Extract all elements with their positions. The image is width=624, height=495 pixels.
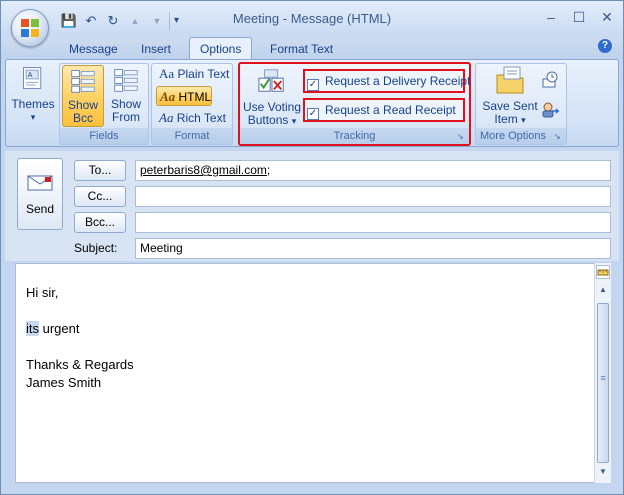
body-line-signature: James Smith [26, 375, 102, 390]
close-button[interactable]: ✕ [593, 7, 621, 27]
svg-text:A: A [28, 72, 33, 79]
fields-group-label: Fields [60, 128, 148, 144]
read-receipt-label: Request a Read Receipt [325, 103, 456, 117]
show-bcc-icon [71, 70, 95, 93]
office-logo-icon [21, 19, 39, 37]
maximize-button[interactable]: ☐ [565, 7, 593, 27]
tab-message[interactable]: Message [59, 39, 128, 59]
use-voting-buttons-button[interactable]: Use Voting Buttons ▾ [242, 67, 302, 129]
plain-text-label: Plain Text [177, 67, 230, 81]
request-delivery-receipt-checkbox[interactable]: ✓ Request a Delivery Receipt [307, 71, 470, 91]
subject-field[interactable]: Meeting [135, 238, 611, 259]
scroll-up-arrow[interactable]: ▲ [596, 283, 610, 297]
themes-label: Themes [11, 97, 55, 111]
selected-word: its [26, 321, 39, 336]
read-receipt-check-icon: ✓ [307, 108, 319, 120]
html-label: HTML [178, 90, 212, 104]
cc-button[interactable]: Cc... [74, 186, 126, 207]
scroll-down-arrow[interactable]: ▼ [596, 465, 610, 479]
plain-text-button[interactable]: Aa Plain Text [159, 64, 229, 84]
message-body-editor[interactable]: Hi sir, its urgent Thanks & Regards Jame… [15, 263, 611, 483]
save-sent-item-icon [496, 66, 524, 94]
save-sent-item-button[interactable]: Save Sent Item ▾ [479, 65, 541, 127]
use-voting-label-2: Buttons ▾ [247, 113, 297, 127]
subject-label: Subject: [74, 241, 118, 255]
send-button[interactable]: Send [17, 158, 63, 230]
tab-options[interactable]: Options [189, 37, 253, 60]
outlook-message-window: 💾 ↶ ↻ ▲ ▼ ▾ Meeting - Message (HTML) – ☐… [0, 0, 624, 495]
to-button[interactable]: To... [74, 160, 126, 181]
vertical-scrollbar[interactable]: ▲ ≡ ▼ [594, 263, 611, 483]
more-options-group-label: More Options [476, 128, 566, 144]
scroll-grip-icon: ≡ [600, 373, 606, 383]
minimize-button[interactable]: – [537, 7, 565, 27]
body-line-urgent: its urgent [26, 321, 80, 336]
rich-text-button[interactable]: Aa Rich Text [159, 108, 226, 128]
ruler-toggle-icon[interactable] [596, 265, 610, 279]
message-text: Hi sir, its urgent Thanks & Regards Jame… [26, 284, 134, 392]
themes-icon: A [23, 67, 42, 89]
to-recipient[interactable]: peterbaris8@gmail.com [140, 163, 267, 177]
delivery-receipt-label: Request a Delivery Receipt [325, 74, 471, 88]
cc-field[interactable] [135, 186, 611, 207]
rich-text-icon: Aa [159, 110, 174, 125]
save-sent-dropdown-arrow: ▾ [521, 115, 526, 125]
themes-button[interactable]: A Themes ▾ [11, 65, 55, 125]
show-bcc-button[interactable]: Show Bcc [62, 65, 104, 127]
show-from-label-2: From [112, 110, 140, 124]
to-separator: ; [266, 163, 271, 177]
direct-replies-icon [542, 102, 560, 118]
tracking-dialog-launcher-icon[interactable]: ↘ [457, 132, 466, 141]
show-from-button[interactable]: Show From [105, 65, 147, 127]
voting-dropdown-arrow: ▾ [291, 116, 297, 126]
html-icon: Aa [160, 89, 176, 104]
to-field[interactable]: peterbaris8@gmail.com; [135, 160, 611, 181]
more-options-dialog-launcher-icon[interactable]: ↘ [554, 132, 563, 141]
window-title: Meeting - Message (HTML) [232, 11, 392, 26]
delay-delivery-button[interactable] [541, 71, 559, 89]
scroll-thumb[interactable]: ≡ [597, 303, 609, 463]
ruler-icon [597, 269, 609, 276]
show-bcc-label-2: Bcc [72, 111, 93, 125]
delay-delivery-icon [542, 71, 558, 88]
tab-format-text[interactable]: Format Text [260, 39, 343, 59]
rich-text-label: Rich Text [176, 111, 226, 125]
bcc-field[interactable] [135, 212, 611, 233]
delivery-receipt-check-icon: ✓ [307, 79, 319, 91]
body-line-greeting: Hi sir, [26, 285, 59, 300]
send-envelope-icon [27, 175, 53, 191]
direct-replies-to-button[interactable] [541, 101, 560, 119]
voting-icon [258, 69, 284, 92]
help-icon[interactable]: ? [598, 39, 612, 53]
tab-insert[interactable]: Insert [131, 39, 181, 59]
send-label: Send [25, 202, 55, 216]
bcc-button[interactable]: Bcc... [74, 212, 126, 233]
format-group-label: Format [152, 128, 232, 144]
show-from-icon [114, 69, 138, 92]
body-line-regards: Thanks & Regards [26, 357, 134, 372]
tracking-group-label: Tracking [240, 128, 469, 144]
office-button[interactable] [11, 9, 49, 47]
plain-text-icon: Aa [159, 66, 175, 81]
request-read-receipt-checkbox[interactable]: ✓ Request a Read Receipt [307, 100, 456, 120]
themes-dropdown-arrow: ▾ [30, 112, 36, 122]
html-format-button[interactable]: Aa HTML [156, 86, 212, 106]
save-sent-label-2: Item ▾ [494, 112, 526, 126]
